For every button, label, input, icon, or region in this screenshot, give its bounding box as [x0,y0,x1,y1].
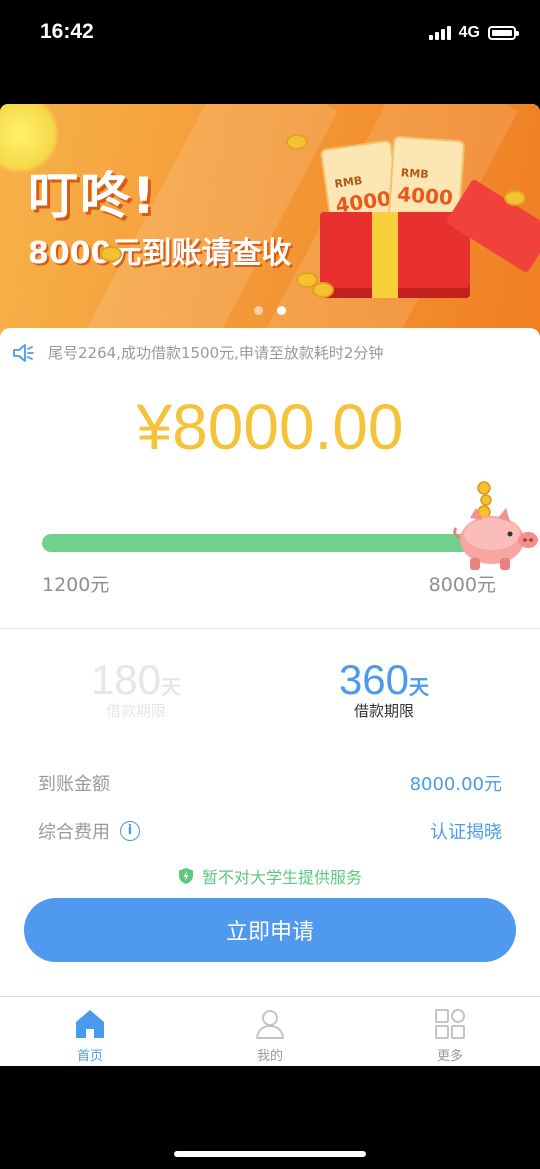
shield-icon [178,868,193,884]
banner-title: 叮咚! [28,167,157,225]
tab-mine[interactable]: 我的 [180,997,360,1066]
status-time: 16:42 [40,20,94,43]
amount-slider[interactable] [42,534,478,552]
tab-label: 首页 [76,1049,103,1064]
term-unit: 天 [409,675,430,699]
apply-now-button[interactable]: 立即申请 [24,898,516,962]
student-warning: 暂不对大学生提供服务 [0,864,540,888]
app-screen: 叮咚! 8000元到账请查收 RMB 4000 RMB 4000 尾号2264,… [0,104,540,1066]
term-option-360[interactable]: 360天 借款期限 [284,656,484,721]
gift-ribbon [372,212,398,298]
loan-card: 尾号2264,成功借款1500元,申请至放款耗时2分钟 ¥8000.00 120… [0,328,540,1066]
term-option-180[interactable]: 180天 借款期限 [36,656,236,721]
loan-amount: ¥8000.00 [136,391,404,463]
status-bar: 16:42 4G [0,0,540,68]
status-indicators: 4G [428,24,519,42]
piggy-bank-slider-handle[interactable] [450,478,540,574]
carousel-dot-active[interactable] [277,306,286,315]
fee-value-link[interactable]: 认证揭晓 [430,818,502,844]
received-amount-label: 到账金额 [38,774,110,795]
info-icon[interactable]: i [120,821,140,841]
user-icon [256,1010,284,1039]
slider-max-label: 8000元 [428,574,496,596]
term-days: 180 [90,656,162,703]
speaker-icon [13,343,34,362]
grid-icon [435,1009,465,1039]
term-label: 借款期限 [353,702,414,720]
term-unit: 天 [161,675,182,699]
divider [0,628,540,629]
carousel-dot[interactable] [254,306,263,315]
fee-label: 综合费用 [38,822,110,843]
fee-row: 综合费用 i 认证揭晓 [38,818,502,844]
term-label: 借款期限 [105,702,166,720]
home-icon [76,1010,104,1038]
tab-more[interactable]: 更多 [360,997,540,1066]
tab-label: 更多 [436,1049,463,1064]
tab-home[interactable]: 首页 [0,997,180,1066]
home-indicator[interactable] [174,1151,366,1157]
slider-min-label: 1200元 [42,574,110,596]
tab-label: 我的 [256,1049,283,1064]
coin-icon [100,246,122,262]
promo-banner[interactable]: 叮咚! 8000元到账请查收 RMB 4000 RMB 4000 [0,104,540,336]
warning-text: 暂不对大学生提供服务 [201,868,362,887]
battery-icon [488,26,519,40]
received-amount-row: 到账金额 8000.00元 [38,770,502,796]
signal-icon [428,26,451,40]
received-amount-value: 8000.00元 [409,774,502,795]
coin-icon [312,282,334,298]
notice-bar: 尾号2264,成功借款1500元,申请至放款耗时2分钟 [12,342,383,363]
coin-icon [504,190,526,206]
banner-subtitle: 8000元到账请查收 [28,236,292,271]
bottom-tab-bar: 首页 我的 更多 [0,996,540,1066]
carousel-dots [254,306,286,315]
network-type: 4G [458,24,480,41]
notice-text: 尾号2264,成功借款1500元,申请至放款耗时2分钟 [48,344,384,362]
coin-icon [286,134,308,150]
term-days: 360 [338,656,410,703]
